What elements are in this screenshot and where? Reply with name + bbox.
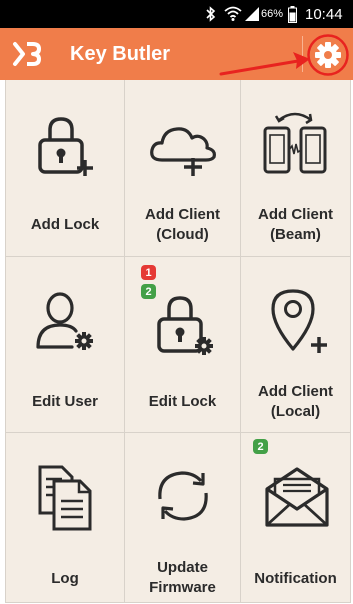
battery-icon [288, 0, 297, 28]
tile-label: Edit Lock [148, 393, 217, 410]
key-butler-logo-icon [12, 40, 42, 73]
tile-label: Add Lock [30, 216, 100, 233]
notification-icon [265, 467, 329, 527]
battery-percent: 66% [261, 8, 284, 20]
add-client-beam-icon [263, 112, 327, 174]
annotation-arrow [218, 44, 313, 85]
tile-edit-user[interactable]: Edit User [6, 257, 124, 432]
tile-label: Add Client [258, 383, 333, 400]
add-lock-icon [38, 117, 93, 176]
status-bar: 66% 10:44 [0, 0, 353, 28]
tile-label: (Cloud) [156, 226, 209, 243]
tile-add-client-local[interactable]: Add Client (Local) [241, 257, 350, 432]
app-title: Key Butler [70, 43, 171, 65]
tile-label: Log [51, 570, 79, 587]
update-firmware-icon [158, 471, 208, 521]
add-client-local-icon [271, 289, 327, 353]
tile-label: Add Client [258, 206, 333, 223]
tile-label: (Beam) [270, 226, 321, 243]
tile-edit-lock[interactable]: 1 2 Edit Lock [125, 257, 240, 432]
tile-label: Add Client [145, 206, 220, 223]
tile-log[interactable]: Log [6, 433, 124, 602]
tile-label: Firmware [149, 579, 216, 596]
tile-label: Edit User [32, 393, 98, 410]
tile-label: Update [157, 559, 208, 576]
bluetooth-icon [205, 0, 217, 28]
tile-update-firmware[interactable]: Update Firmware [125, 433, 240, 602]
tile-notification[interactable]: 2 Notification [241, 433, 350, 602]
log-icon [38, 465, 92, 531]
signal-icon [244, 0, 260, 28]
tile-label: Notification [254, 570, 337, 587]
add-client-cloud-icon [150, 127, 216, 176]
tile-add-lock[interactable]: Add Lock [6, 80, 124, 256]
badge-red: 1 [141, 265, 156, 280]
tile-label: (Local) [270, 403, 321, 420]
edit-lock-icon [157, 296, 213, 355]
wifi-icon [224, 0, 242, 28]
edit-user-icon [36, 292, 93, 350]
tile-add-client-cloud[interactable]: Add Client (Cloud) [125, 80, 240, 256]
tile-add-client-beam[interactable]: Add Client (Beam) [241, 80, 350, 256]
menu-grid: Add Lock Add Client (Cloud) Add Client (… [5, 80, 351, 603]
badge-green: 2 [253, 439, 268, 454]
clock: 10:44 [305, 5, 343, 23]
